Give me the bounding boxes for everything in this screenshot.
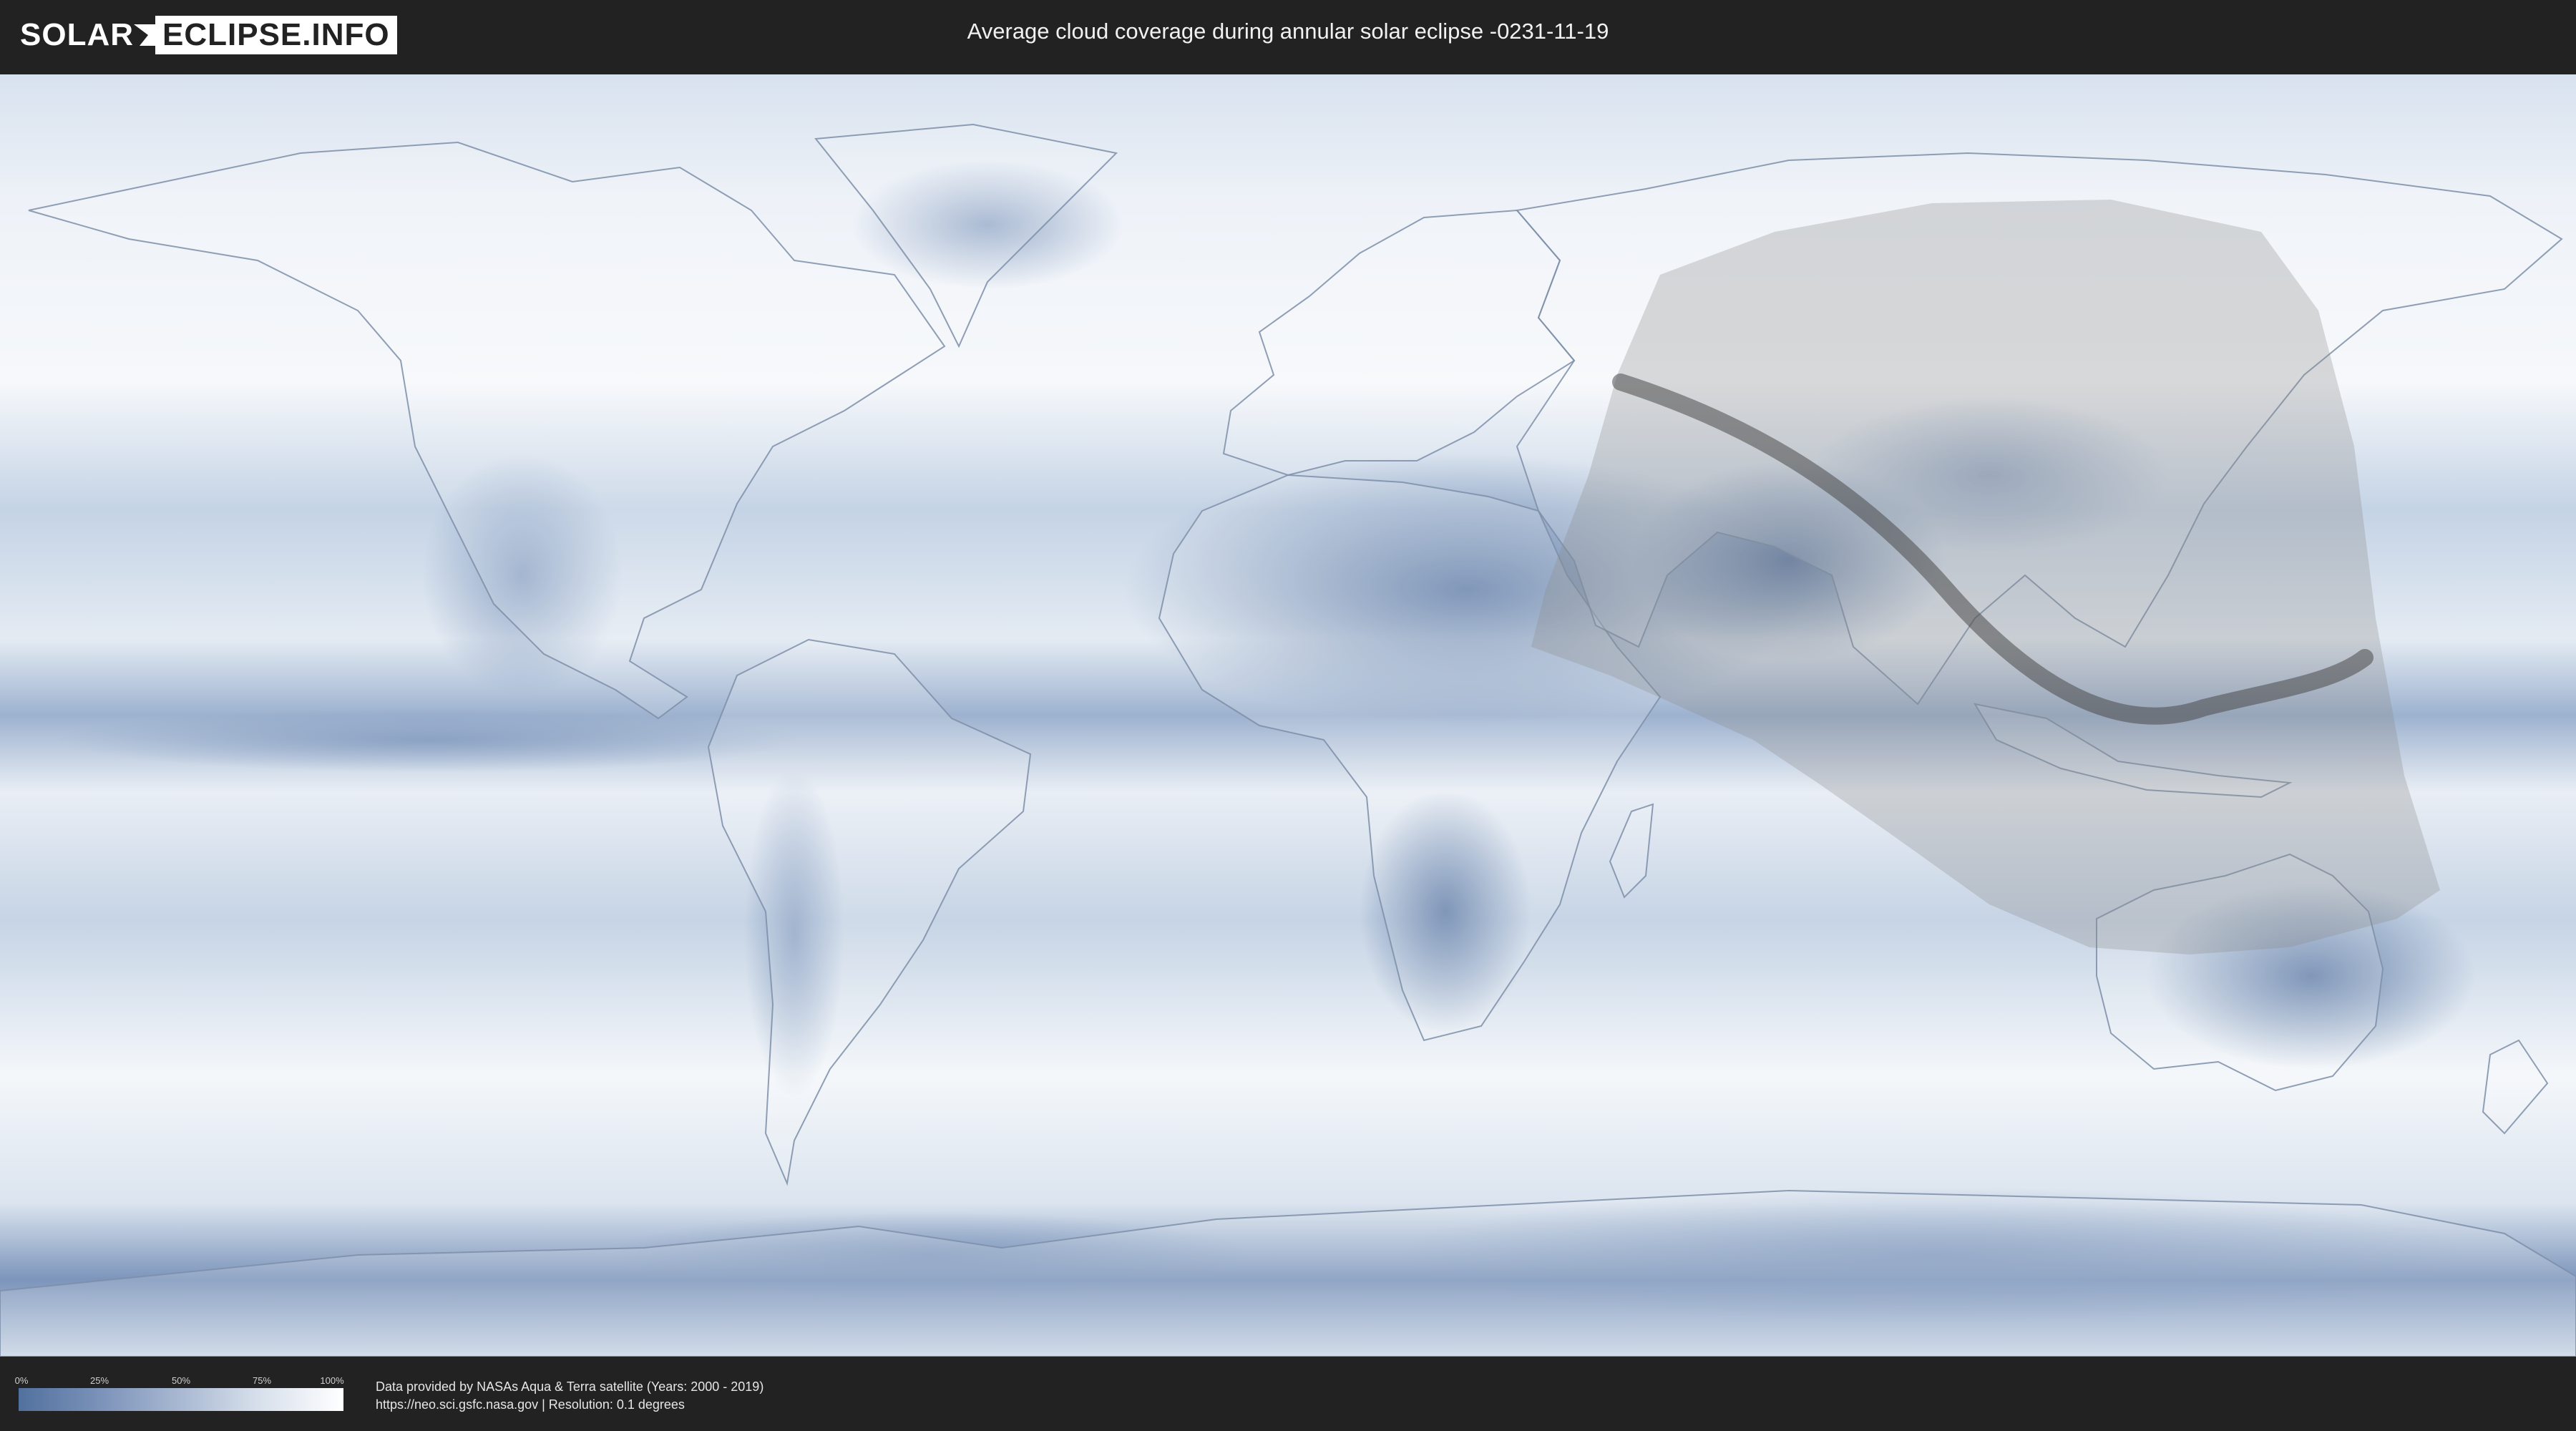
legend-tick: 100% <box>320 1375 344 1386</box>
credit-line-source: Data provided by NASAs Aqua & Terra sate… <box>376 1379 764 1394</box>
legend-tick: 75% <box>252 1375 272 1386</box>
header-bar: SOLAR ECLIPSE.INFO Average cloud coverag… <box>0 0 2576 72</box>
legend-ticks: 0% 25% 50% 75% 100% <box>15 1375 344 1388</box>
legend-tick: 0% <box>14 1375 29 1386</box>
page-title: Average cloud coverage during annular so… <box>967 19 1609 44</box>
credit-line-url[interactable]: https://neo.sci.gsfc.nasa.gov | Resoluti… <box>376 1396 763 1414</box>
legend-tick: 25% <box>89 1375 109 1386</box>
legend-tick: 50% <box>171 1375 191 1386</box>
world-map-svg <box>0 74 2576 1357</box>
data-credits: Data provided by NASAs Aqua & Terra sate… <box>376 1378 763 1414</box>
cloud-coverage-legend: 0% 25% 50% 75% 100% <box>15 1375 344 1411</box>
legend-color-bar <box>19 1388 343 1411</box>
cloud-coverage-map[interactable] <box>0 74 2576 1357</box>
footer-bar: 0% 25% 50% 75% 100% Data provided by NAS… <box>0 1358 2576 1431</box>
